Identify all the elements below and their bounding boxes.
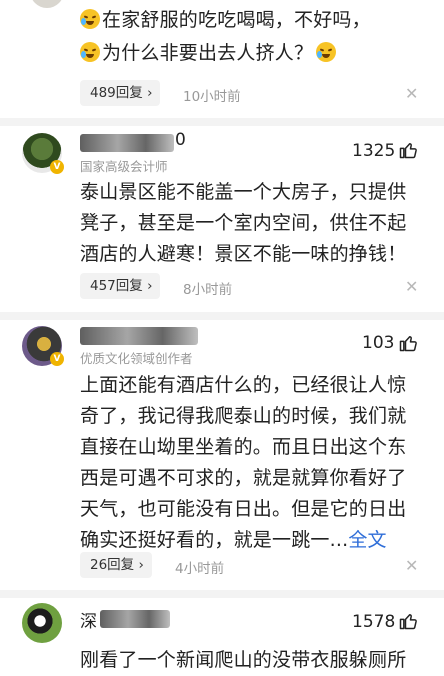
replies-button[interactable]: 26回复 › [80, 552, 152, 578]
user-title: 优质文化领域创作者 [80, 351, 193, 366]
comment-1-line: 泰山景区能不能盖一个大房子，只提供 [80, 181, 407, 203]
username-visible-char: 0 [175, 130, 186, 150]
close-icon[interactable]: ✕ [405, 84, 418, 103]
comment-3-line: 刚看了一个新闻爬山的没带衣服躲厕所 [80, 649, 407, 671]
close-icon[interactable]: ✕ [405, 277, 418, 296]
verified-badge-icon: V [50, 352, 64, 366]
comment-2-line: 西是可遇不可求的，就是就算你看好了 [80, 467, 407, 489]
divider [0, 590, 444, 598]
comment-2-line: 直接在山坳里坐着的。而且日出这个东 [80, 436, 407, 458]
divider [0, 312, 444, 320]
username-blurred[interactable] [100, 610, 180, 628]
divider [0, 118, 444, 126]
chevron-right-icon: › [138, 557, 144, 573]
replies-button[interactable]: 489回复 › [80, 80, 161, 106]
crying-laughing-emoji-icon [316, 42, 337, 62]
comment-0-line-2: 为什么非要出去人挤人？ [80, 37, 338, 69]
comment-1-line: 酒店的人避寒！景区不能一味的挣钱！ [80, 243, 407, 265]
thumbs-up-icon[interactable] [398, 611, 418, 631]
like-count: 103 [362, 333, 395, 353]
chevron-right-icon: › [147, 85, 153, 101]
user-title: 国家高级会计师 [80, 159, 168, 174]
crying-laughing-emoji-icon [80, 9, 100, 29]
like-count: 1578 [352, 612, 396, 632]
thumbs-up-icon[interactable] [398, 333, 418, 353]
close-icon[interactable]: ✕ [405, 556, 418, 575]
username-blurred[interactable] [80, 134, 190, 152]
comment-1-line: 凳子，甚至是一个室内空间，供住不起 [80, 212, 407, 234]
avatar[interactable] [22, 603, 62, 643]
comment-time: 8小时前 [183, 282, 233, 298]
avatar-partial[interactable] [30, 0, 64, 8]
verified-badge-icon: V [50, 160, 64, 174]
like-count: 1325 [352, 141, 396, 161]
crying-laughing-emoji-icon [80, 42, 100, 62]
comment-2-line: 天气，也可能没有日出。但是它的日出 [80, 498, 407, 520]
comment-2-line: 上面还能有酒店什么的，已经很让人惊 [80, 374, 407, 396]
thumbs-up-icon[interactable] [398, 140, 418, 160]
comment-time: 10小时前 [183, 89, 241, 105]
comment-time: 4小时前 [175, 561, 225, 577]
username-blurred[interactable] [80, 327, 200, 345]
expand-full-text-link[interactable]: 全文 [348, 529, 386, 551]
replies-button[interactable]: 457回复 › [80, 273, 161, 299]
chevron-right-icon: › [147, 278, 153, 294]
comment-2-line: 奇了，我记得我爬泰山的时候，我们就 [80, 405, 407, 427]
comment-0-line-1: 在家舒服的吃吃喝喝，不好吗， [80, 4, 371, 36]
username-visible-char: 深 [80, 612, 97, 632]
